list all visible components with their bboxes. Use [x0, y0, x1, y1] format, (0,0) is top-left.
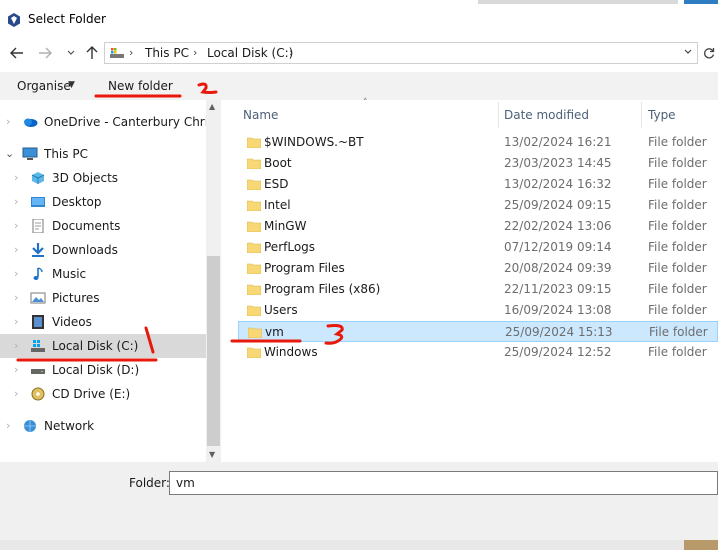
annotation-mark-1	[144, 326, 155, 354]
annotation-mark-2	[197, 82, 218, 94]
annotation-label-2: 2	[0, 0, 1, 1]
annotation-overlay: 1 2 3	[0, 0, 344, 362]
annotation-label-1: 1	[0, 0, 1, 1]
annotation-mark-3	[324, 324, 344, 345]
annotation-label-3: 3	[0, 0, 1, 1]
